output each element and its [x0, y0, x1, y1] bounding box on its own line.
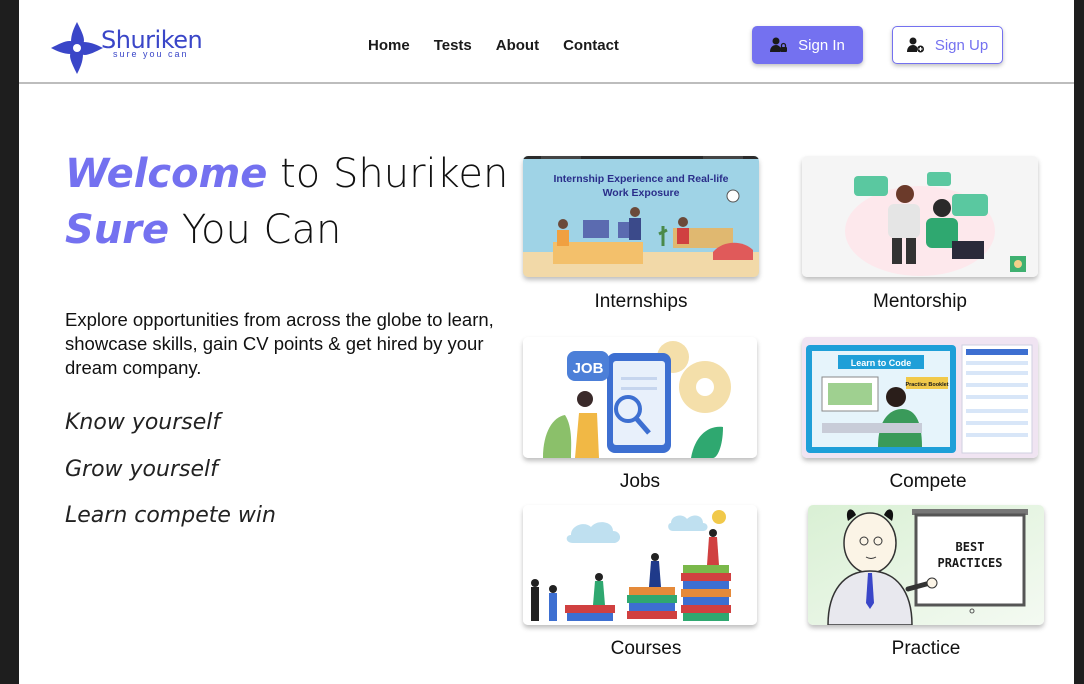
- user-add-icon: [906, 37, 924, 53]
- internships-image: Internship Experience and Real-life Work…: [523, 156, 759, 277]
- internships-image-title-1: Internship Experience and Real-life: [553, 173, 728, 185]
- card-internships[interactable]: Internship Experience and Real-life Work…: [523, 156, 759, 316]
- card-practice[interactable]: BEST PRACTICES Practice: [808, 505, 1044, 665]
- card-compete[interactable]: Learn to Code Practice Booklet Compete: [802, 337, 1038, 497]
- brand-tagline: sure you can: [113, 49, 189, 59]
- sign-up-button[interactable]: Sign Up: [892, 26, 1003, 64]
- card-mentorship[interactable]: Mentorship: [802, 156, 1038, 316]
- jobs-image: JOB: [523, 337, 757, 458]
- main-nav: Home Tests About Contact: [368, 37, 643, 54]
- card-label-internships: Internships: [594, 291, 688, 312]
- mentorship-image: [802, 156, 1038, 277]
- card-courses[interactable]: Courses: [523, 505, 757, 665]
- hero-description: Explore opportunities from across the gl…: [65, 309, 494, 378]
- motto-list: Know yourself Grow yourself Learn compet…: [65, 410, 276, 550]
- motto-item: Learn compete win: [65, 503, 276, 528]
- nav-tests[interactable]: Tests: [434, 37, 472, 54]
- practice-image-line-2: PRACTICES: [937, 556, 1002, 570]
- top-navbar: Shuriken sure you can Home Tests About C…: [19, 0, 1074, 84]
- hero-text-2: You Can: [169, 207, 342, 253]
- hero-line-2: Sure You Can: [65, 202, 508, 258]
- brand-logo[interactable]: Shuriken sure you can: [49, 20, 209, 76]
- sign-in-label: Sign In: [798, 36, 845, 54]
- practice-image-line-1: BEST: [956, 540, 985, 554]
- nav-home[interactable]: Home: [368, 37, 410, 54]
- jobs-image-text: JOB: [573, 360, 604, 377]
- card-jobs[interactable]: JOB Jobs: [523, 337, 757, 497]
- hero-accent-welcome: Welcome: [65, 151, 268, 197]
- compete-image-booklet: Practice Booklet: [905, 382, 948, 388]
- motto-item: Grow yourself: [65, 456, 218, 482]
- card-label-compete: Compete: [889, 471, 967, 492]
- compete-image: Learn to Code Practice Booklet: [802, 337, 1038, 458]
- motto-item: Know yourself: [65, 410, 221, 435]
- hero-heading: Welcome to Shuriken Sure You Can: [65, 146, 508, 258]
- hero-text-1: to Shuriken: [267, 151, 509, 197]
- sign-up-label: Sign Up: [934, 36, 989, 54]
- practice-image: BEST PRACTICES: [808, 505, 1044, 625]
- shuriken-icon: [51, 22, 103, 74]
- hero-line-1: Welcome to Shuriken: [65, 146, 508, 202]
- user-lock-icon: [770, 37, 788, 52]
- sign-in-button[interactable]: Sign In: [752, 26, 863, 64]
- internships-image-title-2: Work Exposure: [603, 187, 680, 199]
- card-label-courses: Courses: [610, 638, 682, 659]
- card-label-jobs: Jobs: [619, 471, 661, 492]
- hero-accent-sure: Sure: [65, 207, 170, 253]
- card-label-mentorship: Mentorship: [873, 291, 967, 312]
- compete-image-title: Learn to Code: [851, 358, 912, 368]
- nav-contact[interactable]: Contact: [563, 37, 619, 54]
- nav-about[interactable]: About: [496, 37, 539, 54]
- card-label-practice: Practice: [891, 638, 961, 659]
- courses-image: [523, 505, 757, 625]
- app-window: Shuriken sure you can Home Tests About C…: [19, 0, 1074, 684]
